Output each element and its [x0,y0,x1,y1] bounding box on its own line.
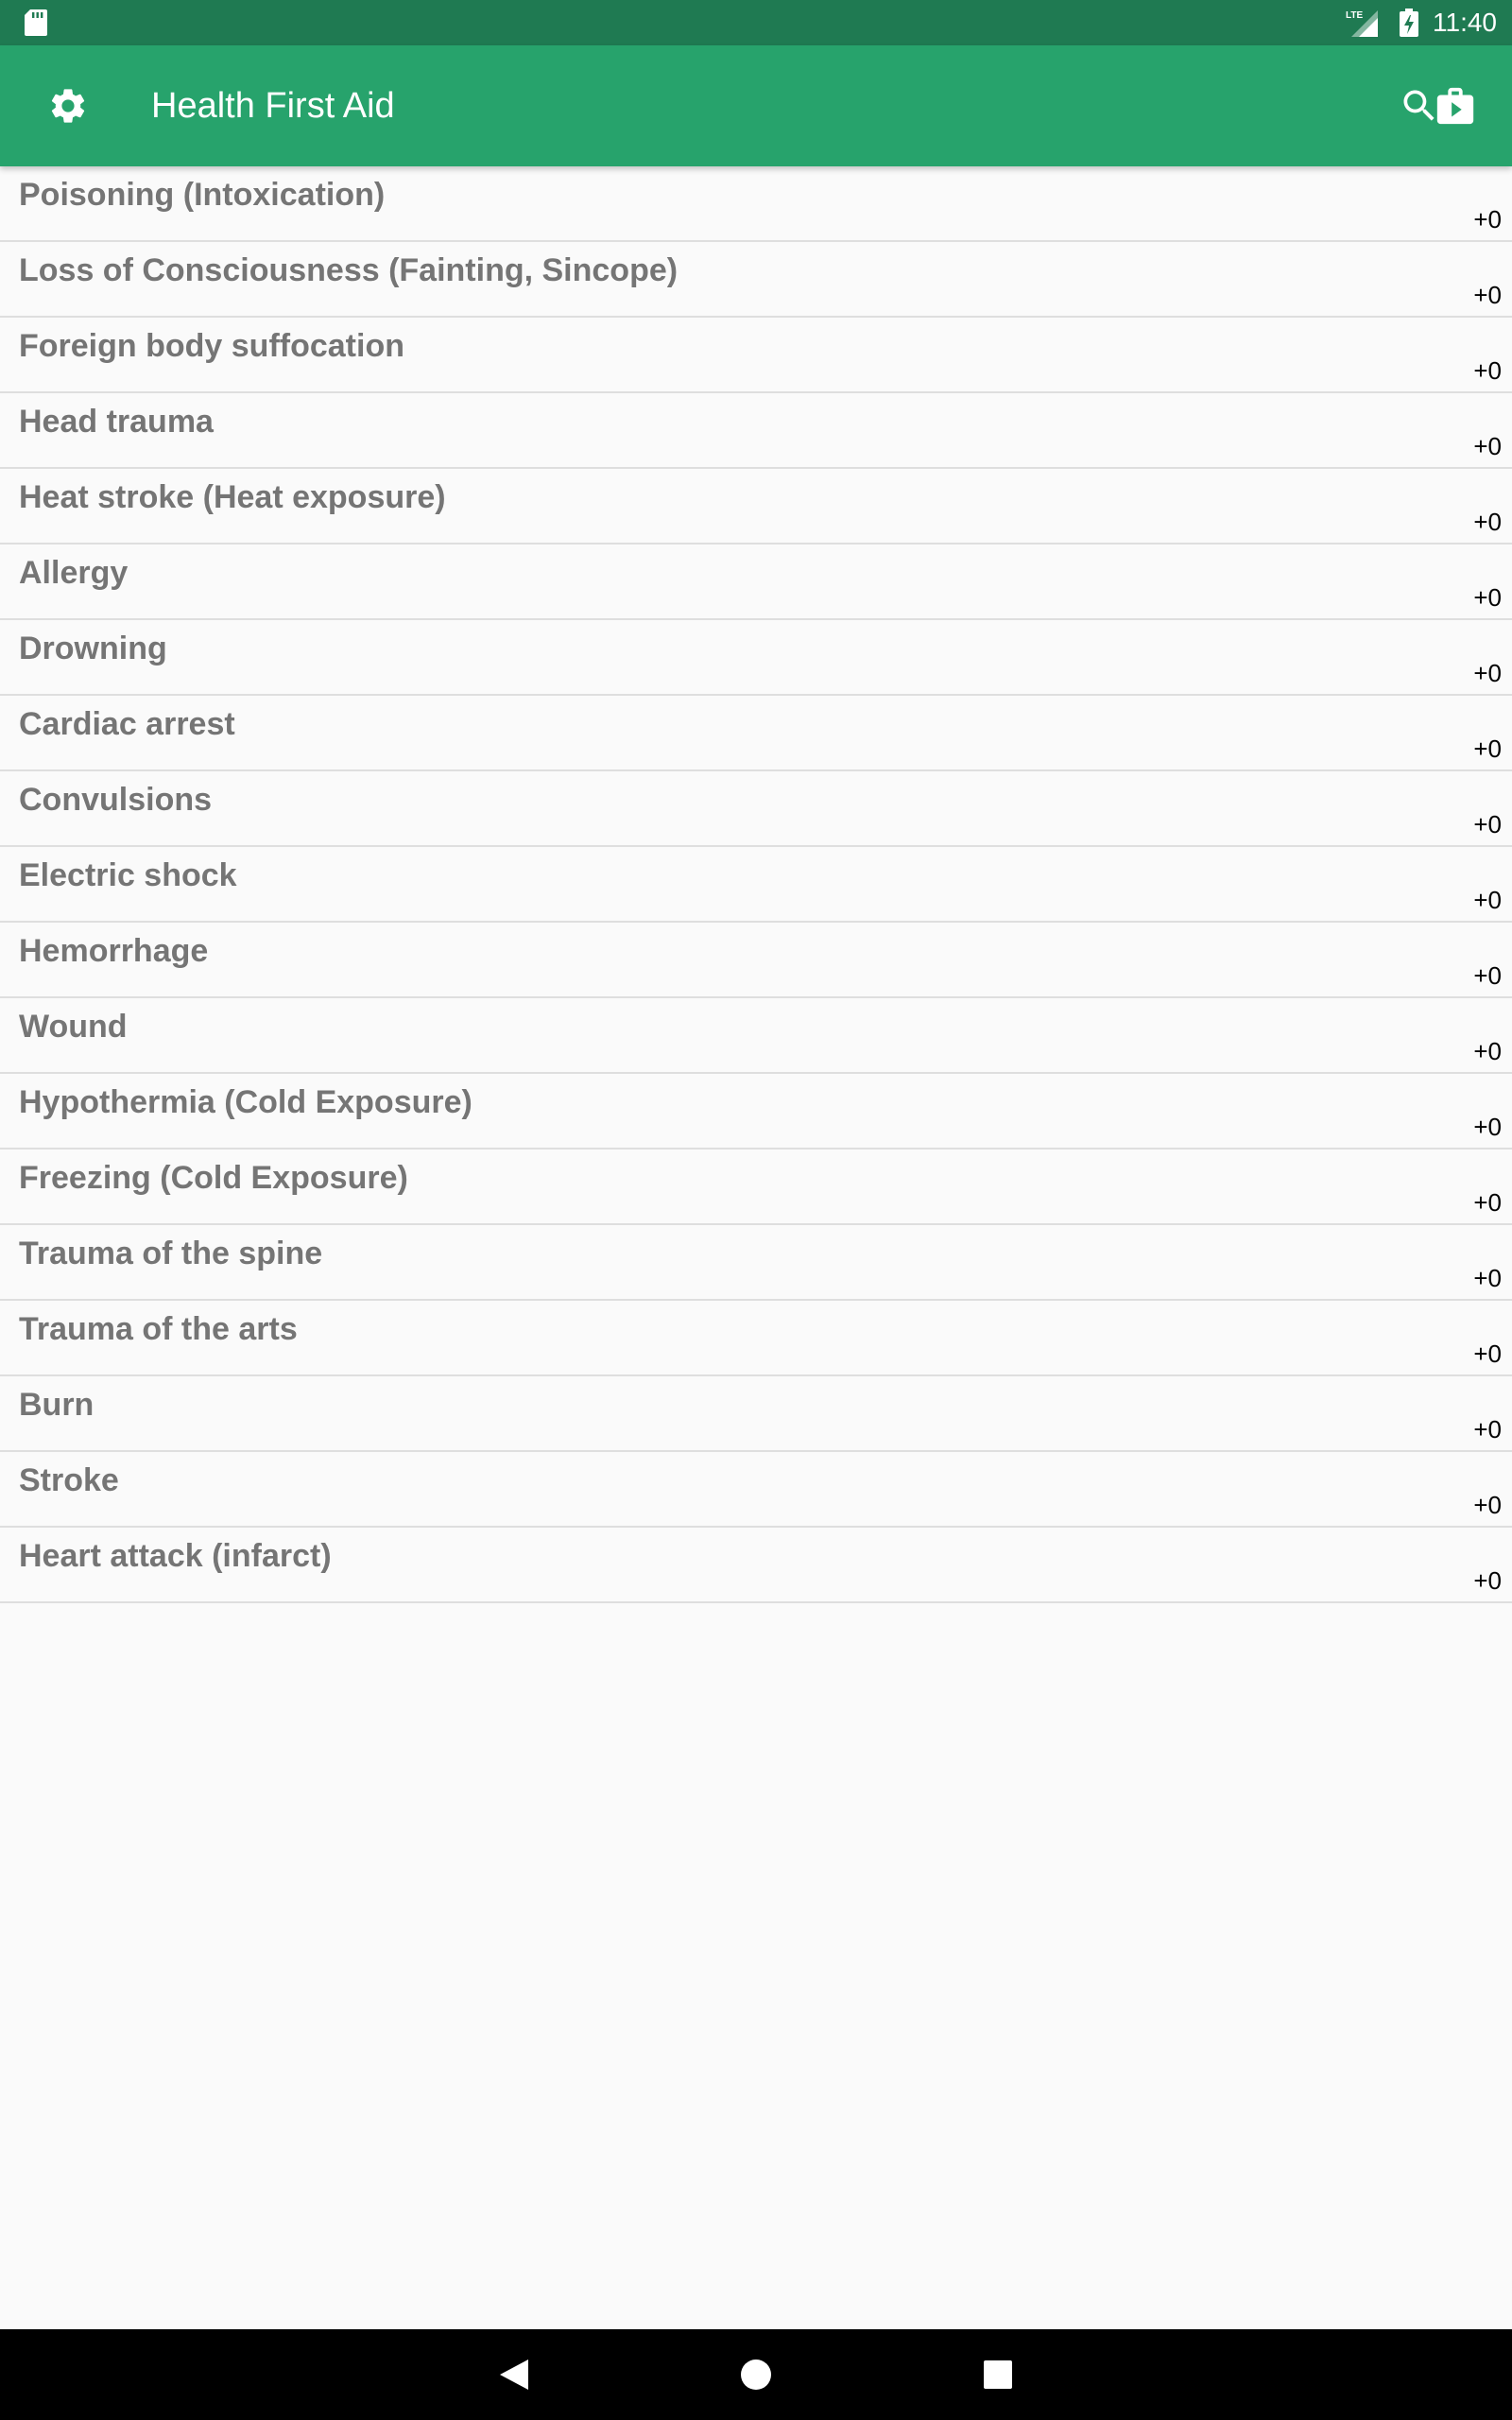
list-item[interactable]: Head trauma +0 [0,393,1512,469]
status-time: 11:40 [1433,8,1497,37]
home-button[interactable] [728,2346,784,2403]
list-item[interactable]: Hypothermia (Cold Exposure) +0 [0,1074,1512,1150]
list-item-title: Heat stroke (Heat exposure) [19,479,446,515]
first-aid-kit-icon [1436,87,1474,125]
list-item-title: Drowning [19,631,167,666]
sd-card-icon [25,9,47,36]
list-item-title: Trauma of the arts [19,1311,298,1347]
list-item-count: +0 [1473,1491,1502,1519]
list-item-count: +0 [1473,735,1502,763]
list-item-title: Hemorrhage [19,933,209,969]
settings-button[interactable] [36,79,100,132]
list-item[interactable]: Burn +0 [0,1376,1512,1452]
recents-button[interactable] [970,2346,1026,2403]
list-item[interactable]: Trauma of the spine +0 [0,1225,1512,1301]
list-item-title: Wound [19,1009,128,1045]
list-item-count: +0 [1473,583,1502,612]
list-item-count: +0 [1473,205,1502,233]
list-item-count: +0 [1473,886,1502,914]
list-item[interactable]: Heat stroke (Heat exposure) +0 [0,469,1512,544]
first-aid-kit-button[interactable] [1423,79,1487,132]
list-item-title: Electric shock [19,857,237,893]
list-item-title: Stroke [19,1462,119,1498]
first-aid-topic-list: Poisoning (Intoxication) +0 Loss of Consci… [0,166,1512,1603]
list-item-count: +0 [1473,1566,1502,1595]
list-item[interactable]: Trauma of the arts +0 [0,1301,1512,1376]
lte-signal-icon: LTE [1346,10,1378,37]
list-item[interactable]: Drowning +0 [0,620,1512,696]
home-icon [741,2360,771,2390]
list-item[interactable]: Electric shock +0 [0,847,1512,923]
list-item-title: Freezing (Cold Exposure) [19,1160,408,1196]
back-button[interactable] [486,2346,542,2403]
list-item-title: Head trauma [19,404,214,440]
battery-charging-icon [1400,9,1418,37]
list-item-title: Hypothermia (Cold Exposure) [19,1084,472,1120]
list-item-count: +0 [1473,1113,1502,1141]
list-item-count: +0 [1473,659,1502,687]
back-icon [500,2360,528,2390]
list-item[interactable]: Hemorrhage +0 [0,923,1512,998]
list-item[interactable]: Poisoning (Intoxication) +0 [0,166,1512,242]
list-item-count: +0 [1473,1415,1502,1443]
list-item[interactable]: Allergy +0 [0,544,1512,620]
list-item[interactable]: Cardiac arrest +0 [0,696,1512,771]
list-item-title: Burn [19,1387,94,1423]
list-item[interactable]: Heart attack (infarct) +0 [0,1528,1512,1603]
gear-icon [51,89,85,123]
svg-text:LTE: LTE [1346,10,1363,21]
list-item-count: +0 [1473,1340,1502,1368]
app-bar: Health First Aid [0,45,1512,166]
list-item-count: +0 [1473,281,1502,309]
navigation-bar [0,2329,1512,2420]
list-item-title: Convulsions [19,782,213,818]
list-item[interactable]: Freezing (Cold Exposure) +0 [0,1150,1512,1225]
list-item-title: Cardiac arrest [19,706,235,742]
list-item-title: Trauma of the spine [19,1236,323,1271]
list-item-count: +0 [1473,356,1502,385]
list-item-count: +0 [1473,961,1502,990]
list-item[interactable]: Convulsions +0 [0,771,1512,847]
list-item-count: +0 [1473,1264,1502,1292]
status-bar: LTE 11:40 [0,0,1512,45]
list-item-title: Foreign body suffocation [19,328,404,364]
recents-icon [984,2360,1012,2389]
list-item-title: Allergy [19,555,129,591]
list-item[interactable]: Stroke +0 [0,1452,1512,1528]
list-item[interactable]: Foreign body suffocation +0 [0,318,1512,393]
list-item-count: +0 [1473,432,1502,460]
list-item-title: Heart attack (infarct) [19,1538,332,1574]
list-item[interactable]: Loss of Consciousness (Fainting, Sincope… [0,242,1512,318]
list-item-count: +0 [1473,1037,1502,1065]
list-item-count: +0 [1473,508,1502,536]
list-item-count: +0 [1473,1188,1502,1217]
app-title: Health First Aid [151,86,395,126]
list-item[interactable]: Wound +0 [0,998,1512,1074]
list-item-title: Poisoning (Intoxication) [19,177,386,213]
list-item-title: Loss of Consciousness (Fainting, Sincope… [19,252,679,288]
list-item-count: +0 [1473,810,1502,838]
